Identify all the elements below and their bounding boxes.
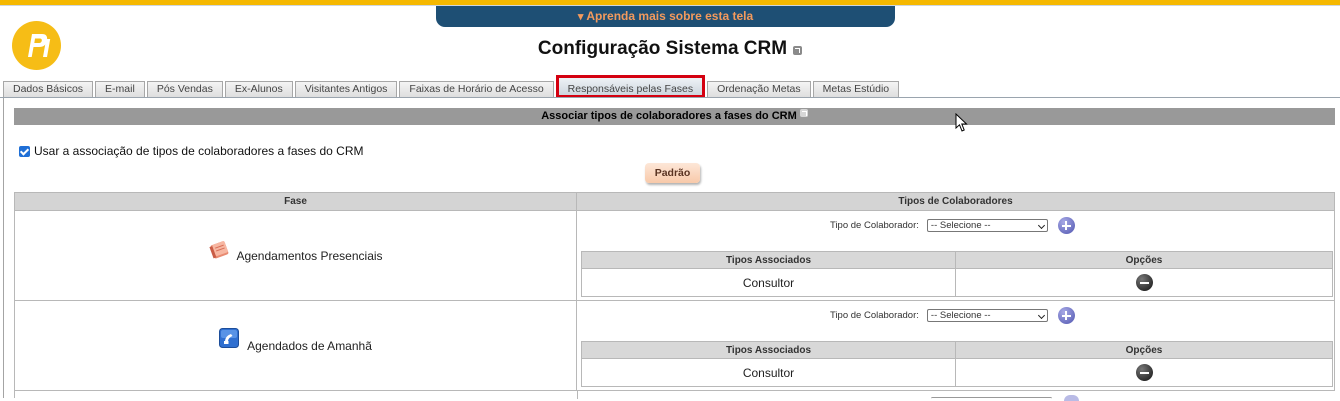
options-cell: [955, 268, 1333, 297]
learn-more-banner[interactable]: ▾ Aprenda mais sobre esta tela: [436, 6, 895, 27]
remove-tipo-button[interactable]: [1135, 274, 1153, 291]
sub-col-tipos: Tipos Associados: [581, 251, 956, 269]
associated-types-table: Tipos Associados Opções Consultor: [581, 251, 1333, 297]
col-fase-header: Fase: [14, 192, 577, 211]
tipos-cell: Tipo de Colaborador: -- Selecione -- Tip…: [576, 300, 1335, 391]
tab-label: Visitantes Antigos: [304, 83, 388, 95]
fase-name: Agendados de Amanhã: [247, 338, 372, 353]
tab-label: Ex-Alunos: [234, 83, 283, 95]
fase-cell: Agendados de Amanhã: [14, 300, 577, 391]
table-row: Agendados de Amanhã Tipo de Colaborador:…: [14, 300, 1335, 391]
tab-ordenacao-metas[interactable]: Ordenação Metas: [707, 81, 811, 97]
table-row: Consultor: [581, 358, 1333, 387]
section-header: Associar tipos de colaboradores a fases …: [14, 108, 1335, 125]
tab-label: Pós Vendas: [156, 83, 213, 95]
tipo-colaborador-select[interactable]: -- Selecione --: [926, 219, 1048, 232]
table-row: Consultor: [581, 268, 1333, 297]
notebook-icon: [208, 240, 229, 260]
add-tipo-button[interactable]: [1057, 217, 1075, 234]
tab-bar: Dados Básicos E-mail Pós Vendas Ex-Aluno…: [3, 75, 901, 98]
sub-col-opcoes: Opções: [955, 341, 1333, 359]
chevron-down-icon: ▾: [577, 11, 584, 23]
page-title-row: Configuração Sistema CRM: [0, 38, 1340, 60]
tab-label: Faixas de Horário de Acesso: [409, 83, 544, 95]
tipo-colaborador-select[interactable]: -- Selecione --: [926, 309, 1048, 322]
associated-type: Consultor: [581, 358, 956, 387]
tab-label: E-mail: [105, 83, 135, 95]
association-option: Usar a associação de tipos de colaborado…: [19, 144, 364, 158]
external-link-icon[interactable]: [793, 46, 803, 55]
page-title: Configuração Sistema CRM: [537, 38, 788, 59]
col-tipos-header: Tipos de Colaboradores: [576, 192, 1335, 211]
associated-type: Consultor: [581, 268, 956, 297]
learn-more-label: Aprenda mais sobre esta tela: [586, 9, 754, 23]
padrao-button[interactable]: Padrão: [645, 163, 700, 183]
tipo-colaborador-label: Tipo de Colaborador:: [830, 220, 919, 231]
add-tipo-button-partial[interactable]: [1064, 395, 1079, 401]
add-tipo-button[interactable]: [1057, 307, 1075, 324]
tab-label: Ordenação Metas: [717, 83, 801, 95]
use-association-checkbox[interactable]: [19, 145, 30, 157]
options-cell: [955, 358, 1333, 387]
tab-responsaveis-fases[interactable]: Responsáveis pelas Fases: [555, 75, 706, 98]
remove-tipo-button[interactable]: [1135, 364, 1153, 381]
phone-icon: [219, 327, 240, 348]
tab-pos-vendas[interactable]: Pós Vendas: [146, 81, 223, 97]
tab-label: Dados Básicos: [13, 83, 84, 95]
use-association-label: Usar a associação de tipos de colaborado…: [34, 144, 364, 158]
tab-faixas-horario[interactable]: Faixas de Horário de Acesso: [399, 81, 554, 97]
tab-dados-basicos[interactable]: Dados Básicos: [3, 81, 94, 97]
tipos-cell: Tipo de Colaborador: -- Selecione -- Tip…: [576, 210, 1335, 301]
mouse-cursor-icon: [955, 113, 968, 132]
sub-col-opcoes: Opções: [955, 251, 1333, 269]
associated-types-table: Tipos Associados Opções Consultor: [581, 341, 1333, 387]
tipo-colaborador-select-partial[interactable]: [931, 397, 1052, 400]
sub-col-tipos: Tipos Associados: [581, 341, 956, 359]
table-row-partial: [14, 390, 1335, 401]
tab-ex-alunos[interactable]: Ex-Alunos: [224, 81, 293, 97]
tipo-colaborador-label: Tipo de Colaborador:: [830, 310, 919, 321]
tab-visitantes-antigos[interactable]: Visitantes Antigos: [294, 81, 398, 97]
fase-name: Agendamentos Presenciais: [236, 248, 383, 263]
phases-table: Fase Tipos de Colaboradores Agendamentos…: [14, 192, 1335, 391]
tab-email[interactable]: E-mail: [95, 81, 145, 97]
tab-label: Responsáveis pelas Fases: [567, 83, 694, 95]
fase-cell: Agendamentos Presenciais: [14, 210, 577, 301]
tab-label: Metas Estúdio: [822, 83, 890, 95]
tab-metas-estudio[interactable]: Metas Estúdio: [812, 81, 900, 97]
table-row: Agendamentos Presenciais Tipo de Colabor…: [14, 210, 1335, 301]
external-link-icon[interactable]: [799, 109, 808, 117]
section-title: Associar tipos de colaboradores a fases …: [541, 110, 797, 122]
